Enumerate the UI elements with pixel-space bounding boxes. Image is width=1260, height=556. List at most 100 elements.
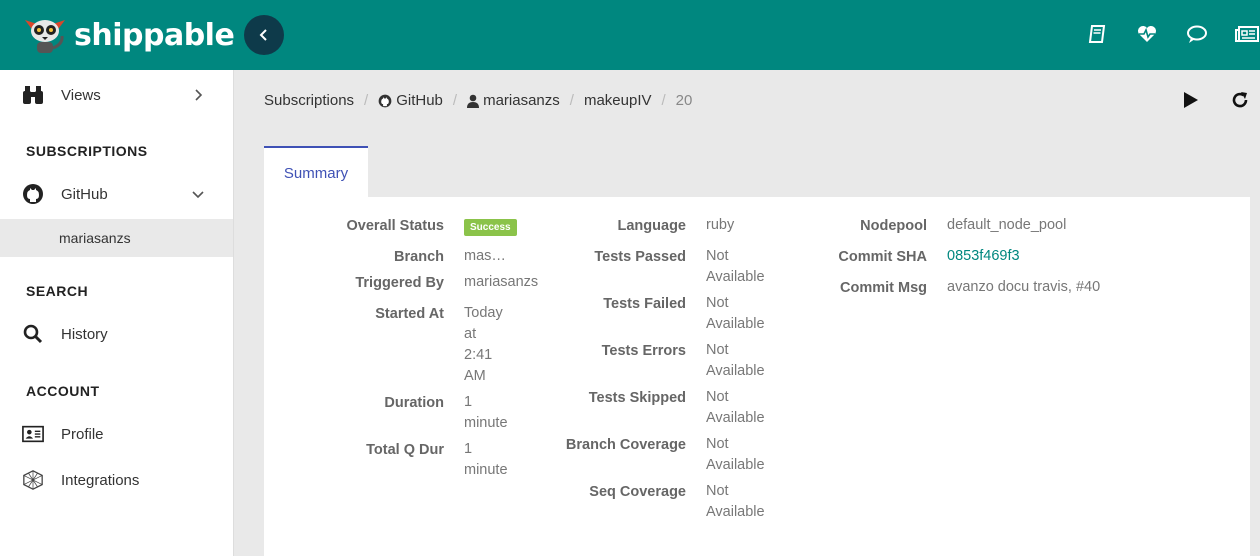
lemur-logo-icon — [25, 20, 65, 53]
sidebar-item-label: Integrations — [61, 471, 140, 489]
value-line: Available — [706, 363, 765, 379]
value-line: at — [464, 326, 477, 342]
sidebar-item-integrations[interactable]: Integrations — [0, 457, 234, 503]
breadcrumb-label: mariasanzs — [483, 92, 560, 109]
language-value: ruby — [706, 217, 735, 233]
branch-coverage-value: Not Available — [706, 434, 765, 476]
breadcrumb-label: Subscriptions — [264, 92, 355, 109]
breadcrumb-separator: / — [452, 92, 458, 109]
breadcrumb-build-number: 20 — [675, 92, 693, 109]
docs-button[interactable] — [1084, 22, 1110, 46]
tests-errors-label: Tests Errors — [601, 343, 686, 359]
nodepool-label: Nodepool — [860, 218, 927, 234]
tests-errors-value: Not Available — [706, 340, 765, 382]
triggered-by-value: mariasanzs — [464, 274, 539, 290]
subscriptions-heading: SUBSCRIPTIONS — [26, 143, 148, 159]
tests-failed-value: Not Available — [706, 293, 765, 335]
breadcrumb-separator: / — [569, 92, 574, 109]
value-line: Not — [706, 248, 729, 264]
breadcrumb-separator: / — [661, 92, 666, 109]
branch-label: Branch — [394, 249, 444, 265]
value-line: Not — [706, 295, 729, 311]
value-line: Available — [706, 269, 765, 285]
sidebar: Views SUBSCRIPTIONS GitHub mariasanzs SE… — [0, 70, 234, 556]
nodepool-value: default_node_pool — [947, 217, 1067, 233]
sidebar-item-github[interactable]: GitHub — [0, 171, 234, 217]
breadcrumb-repo[interactable]: makeupIV — [584, 92, 652, 109]
commit-sha-link[interactable]: 0853f469f3 — [947, 246, 1020, 267]
chevron-down-icon — [192, 191, 204, 199]
value-line: Today — [464, 305, 503, 321]
github-icon — [22, 183, 44, 205]
tab-label: Summary — [283, 164, 349, 182]
sidebar-subitem-label: mariasanzs — [59, 230, 131, 246]
value-line: minute — [464, 415, 508, 431]
total-q-dur-value: 1 minute — [464, 439, 508, 481]
commit-msg-label: Commit Msg — [840, 280, 927, 296]
duration-label: Duration — [384, 395, 444, 411]
started-at-value: Today at 2:41 AM — [464, 303, 503, 387]
tests-skipped-value: Not Available — [706, 387, 765, 429]
brand-name: shippable — [74, 17, 235, 53]
duration-value: 1 minute — [464, 392, 508, 434]
search-heading: SEARCH — [26, 283, 89, 299]
sidebar-item-history[interactable]: History — [0, 311, 234, 357]
news-button[interactable] — [1234, 22, 1260, 46]
seq-coverage-label: Seq Coverage — [589, 484, 686, 500]
breadcrumb-user[interactable]: mariasanzs — [467, 92, 560, 109]
refresh-button[interactable] — [1228, 88, 1252, 112]
github-icon — [378, 94, 392, 108]
breadcrumb-label: GitHub — [396, 92, 443, 109]
seq-coverage-value: Not Available — [706, 481, 765, 523]
sidebar-item-label: History — [61, 325, 108, 343]
breadcrumb-github[interactable]: GitHub — [378, 92, 443, 109]
value-line: 2:41 — [464, 347, 493, 363]
value-line: Not — [706, 436, 729, 452]
sidebar-item-label: Views — [61, 86, 101, 104]
sidebar-item-label: Profile — [61, 425, 104, 443]
started-at-label: Started At — [375, 306, 444, 322]
run-build-button[interactable] — [1178, 88, 1202, 112]
sidebar-collapse-button[interactable] — [244, 15, 284, 55]
id-card-icon — [22, 423, 44, 445]
sidebar-item-mariasanzs[interactable]: mariasanzs — [0, 219, 233, 257]
value-line: Available — [706, 504, 765, 520]
search-icon — [22, 323, 44, 345]
overall-status-label: Overall Status — [346, 218, 444, 234]
branch-value: mas… — [464, 248, 506, 264]
account-heading: ACCOUNT — [26, 383, 100, 399]
integrations-icon — [22, 469, 44, 491]
value-line: Not — [706, 342, 729, 358]
status-button[interactable] — [1134, 22, 1160, 46]
breadcrumb-label: makeupIV — [583, 92, 652, 109]
chat-button[interactable] — [1184, 22, 1210, 46]
tab-summary[interactable]: Summary — [264, 146, 368, 198]
value-line: Not — [706, 483, 729, 499]
tests-failed-label: Tests Failed — [603, 296, 686, 312]
breadcrumb-subscriptions[interactable]: Subscriptions — [264, 92, 354, 109]
refresh-icon — [1232, 92, 1248, 108]
commit-msg-value: avanzo docu travis, #40 — [947, 279, 1101, 295]
binoculars-icon — [22, 84, 44, 106]
heartbeat-icon — [1138, 26, 1156, 42]
value-line: minute — [464, 462, 508, 478]
sidebar-item-views[interactable]: Views — [0, 72, 234, 118]
value-line: AM — [464, 368, 486, 384]
triggered-by-label: Triggered By — [355, 275, 444, 291]
total-q-dur-label: Total Q Dur — [366, 442, 444, 458]
user-icon — [467, 94, 480, 108]
shippable-logo[interactable]: shippable — [22, 14, 235, 56]
breadcrumb: Subscriptions / GitHub / mariasanzs / ma… — [264, 92, 692, 109]
sidebar-item-label: GitHub — [61, 185, 108, 203]
tests-skipped-label: Tests Skipped — [588, 390, 686, 406]
value-line: Available — [706, 457, 765, 473]
summary-panel: Overall Status Success Branch mas… Trigg… — [264, 197, 1250, 556]
book-icon — [1088, 25, 1106, 43]
breadcrumb-separator: / — [364, 92, 369, 109]
value-line: Available — [706, 316, 765, 332]
status-badge: Success — [464, 219, 517, 236]
commit-sha-label: Commit SHA — [838, 249, 927, 265]
value-line: 1 — [464, 441, 473, 457]
sidebar-item-profile[interactable]: Profile — [0, 411, 234, 457]
value-line: Available — [706, 410, 765, 426]
